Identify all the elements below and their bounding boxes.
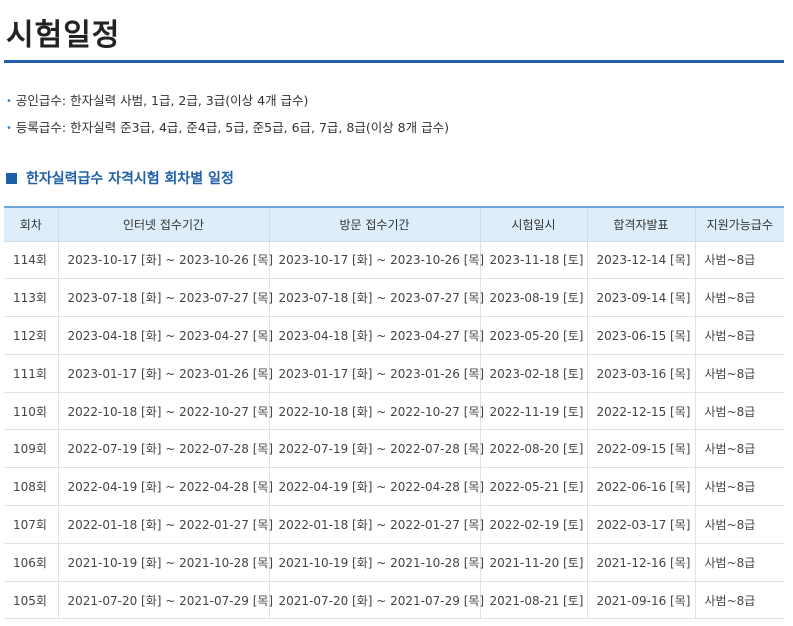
- registered-grades-item: • 등록급수: 한자실력 준3급, 4급, 준4급, 5급, 준5급, 6급, 7…: [6, 119, 449, 146]
- eligible-grades-cell: 사범~8급: [694, 392, 784, 431]
- exam-date-cell: 2022-02-19 [토]: [479, 505, 587, 544]
- bullet-icon: •: [6, 123, 12, 134]
- table-header-row: 회차 인터넷 접수기간 방문 접수기간 시험일시 합격자발표 지원가능급수: [4, 206, 784, 242]
- visit-period-cell: 2023-10-17 [화] ~ 2023-10-26 [목]: [268, 241, 484, 280]
- eligible-grades-cell: 사범~8급: [694, 467, 784, 507]
- round-cell: 105회: [4, 581, 58, 620]
- square-bullet-icon: [6, 173, 17, 184]
- exam-schedule-table: 회차 인터넷 접수기간 방문 접수기간 시험일시 합격자발표 지원가능급수 11…: [4, 206, 784, 620]
- bullet-icon: •: [6, 96, 12, 107]
- online-period-cell: 2022-10-18 [화] ~ 2022-10-27 [목]: [57, 392, 273, 431]
- eligible-grades-cell: 사범~8급: [694, 316, 784, 355]
- eligible-grades-cell: 사범~8급: [694, 505, 784, 544]
- online-period-cell: 2023-10-17 [화] ~ 2023-10-26 [목]: [57, 241, 273, 280]
- visit-period-cell: 2023-04-18 [화] ~ 2023-04-27 [목]: [268, 316, 484, 355]
- visit-period-cell: 2023-01-17 [화] ~ 2023-01-26 [목]: [268, 354, 484, 393]
- result-date-cell: 2023-03-16 [목]: [586, 354, 695, 393]
- exam-date-cell: 2021-11-20 [토]: [479, 543, 587, 582]
- result-date-cell: 2021-12-16 [목]: [586, 543, 695, 582]
- section-heading: 한자실력급수 자격시험 회차별 일정: [6, 168, 234, 188]
- page-title: 시험일정: [6, 18, 121, 53]
- visit-period-cell: 2022-07-19 [화] ~ 2022-07-28 [목]: [268, 429, 484, 469]
- table-row: 114회 2023-10-17 [화] ~ 2023-10-26 [목] 2023-…: [4, 241, 784, 280]
- visit-period-cell: 2022-04-19 [화] ~ 2022-04-28 [목]: [268, 467, 484, 507]
- table-row: 112회 2023-04-18 [화] ~ 2023-04-27 [목] 2023-…: [4, 316, 784, 355]
- round-cell: 111회: [4, 354, 58, 393]
- online-period-cell: 2021-07-20 [화] ~ 2021-07-29 [목]: [57, 581, 273, 620]
- column-header-eligible-grades: 지원가능급수: [694, 206, 784, 242]
- visit-period-cell: 2021-07-20 [화] ~ 2021-07-29 [목]: [268, 581, 484, 620]
- result-date-cell: 2022-03-17 [목]: [586, 505, 695, 544]
- column-header-exam-date: 시험일시: [479, 206, 587, 242]
- result-date-cell: 2022-06-16 [목]: [586, 467, 695, 507]
- column-header-visit-period: 방문 접수기간: [268, 206, 480, 242]
- certified-grades-item: • 공인급수: 한자실력 사범, 1급, 2급, 3급(이상 4개 급수): [6, 92, 449, 119]
- exam-date-cell: 2023-05-20 [토]: [479, 316, 587, 355]
- exam-date-cell: 2023-08-19 [토]: [479, 278, 587, 318]
- certified-grades-text: 공인급수: 한자실력 사범, 1급, 2급, 3급(이상 4개 급수): [15, 93, 309, 108]
- exam-date-cell: 2022-11-19 [토]: [479, 392, 587, 431]
- registered-grades-text: 등록급수: 한자실력 준3급, 4급, 준4급, 5급, 준5급, 6급, 7급…: [15, 120, 449, 135]
- exam-date-cell: 2023-11-18 [토]: [479, 241, 587, 280]
- table-body: 114회 2023-10-17 [화] ~ 2023-10-26 [목] 2023-…: [4, 241, 784, 620]
- result-date-cell: 2021-09-16 [목]: [586, 581, 695, 620]
- round-cell: 108회: [4, 467, 58, 507]
- result-date-cell: 2023-09-14 [목]: [586, 278, 695, 318]
- section-heading-text: 한자실력급수 자격시험 회차별 일정: [26, 171, 234, 187]
- round-cell: 112회: [4, 316, 58, 355]
- eligible-grades-cell: 사범~8급: [694, 429, 784, 469]
- result-date-cell: 2023-06-15 [목]: [586, 316, 695, 355]
- table-row: 110회 2022-10-18 [화] ~ 2022-10-27 [목] 2022-…: [4, 392, 784, 431]
- result-date-cell: 2022-12-15 [목]: [586, 392, 695, 431]
- online-period-cell: 2023-07-18 [화] ~ 2023-07-27 [목]: [57, 278, 273, 318]
- visit-period-cell: 2022-01-18 [화] ~ 2022-01-27 [목]: [268, 505, 484, 544]
- eligible-grades-cell: 사범~8급: [694, 354, 784, 393]
- column-header-round: 회차: [4, 206, 58, 242]
- table-row: 108회 2022-04-19 [화] ~ 2022-04-28 [목] 2022-…: [4, 467, 784, 507]
- result-date-cell: 2022-09-15 [목]: [586, 429, 695, 469]
- table-row: 113회 2023-07-18 [화] ~ 2023-07-27 [목] 2023-…: [4, 278, 784, 318]
- eligible-grades-cell: 사범~8급: [694, 543, 784, 582]
- grade-info-list: • 공인급수: 한자실력 사범, 1급, 2급, 3급(이상 4개 급수) • 등록…: [6, 92, 449, 146]
- round-cell: 114회: [4, 241, 58, 280]
- round-cell: 106회: [4, 543, 58, 582]
- round-cell: 113회: [4, 278, 58, 318]
- table-row: 109회 2022-07-19 [화] ~ 2022-07-28 [목] 2022-…: [4, 429, 784, 469]
- round-cell: 107회: [4, 505, 58, 544]
- exam-date-cell: 2023-02-18 [토]: [479, 354, 587, 393]
- table-row: 111회 2023-01-17 [화] ~ 2023-01-26 [목] 2023-…: [4, 354, 784, 393]
- online-period-cell: 2021-10-19 [화] ~ 2021-10-28 [목]: [57, 543, 273, 582]
- online-period-cell: 2022-04-19 [화] ~ 2022-04-28 [목]: [57, 467, 273, 507]
- online-period-cell: 2022-01-18 [화] ~ 2022-01-27 [목]: [57, 505, 273, 544]
- result-date-cell: 2023-12-14 [목]: [586, 241, 695, 280]
- eligible-grades-cell: 사범~8급: [694, 278, 784, 318]
- visit-period-cell: 2021-10-19 [화] ~ 2021-10-28 [목]: [268, 543, 484, 582]
- visit-period-cell: 2023-07-18 [화] ~ 2023-07-27 [목]: [268, 278, 484, 318]
- round-cell: 110회: [4, 392, 58, 431]
- online-period-cell: 2023-04-18 [화] ~ 2023-04-27 [목]: [57, 316, 273, 355]
- table-row: 106회 2021-10-19 [화] ~ 2021-10-28 [목] 2021-…: [4, 543, 784, 582]
- title-divider: [4, 60, 784, 63]
- table-row: 105회 2021-07-20 [화] ~ 2021-07-29 [목] 2021-…: [4, 581, 784, 620]
- round-cell: 109회: [4, 429, 58, 469]
- exam-date-cell: 2022-05-21 [토]: [479, 467, 587, 507]
- column-header-result-date: 합격자발표: [586, 206, 695, 242]
- eligible-grades-cell: 사범~8급: [694, 581, 784, 620]
- exam-date-cell: 2021-08-21 [토]: [479, 581, 587, 620]
- visit-period-cell: 2022-10-18 [화] ~ 2022-10-27 [목]: [268, 392, 484, 431]
- table-row: 107회 2022-01-18 [화] ~ 2022-01-27 [목] 2022-…: [4, 505, 784, 544]
- online-period-cell: 2023-01-17 [화] ~ 2023-01-26 [목]: [57, 354, 273, 393]
- online-period-cell: 2022-07-19 [화] ~ 2022-07-28 [목]: [57, 429, 273, 469]
- exam-date-cell: 2022-08-20 [토]: [479, 429, 587, 469]
- column-header-online-period: 인터넷 접수기간: [57, 206, 269, 242]
- eligible-grades-cell: 사범~8급: [694, 241, 784, 280]
